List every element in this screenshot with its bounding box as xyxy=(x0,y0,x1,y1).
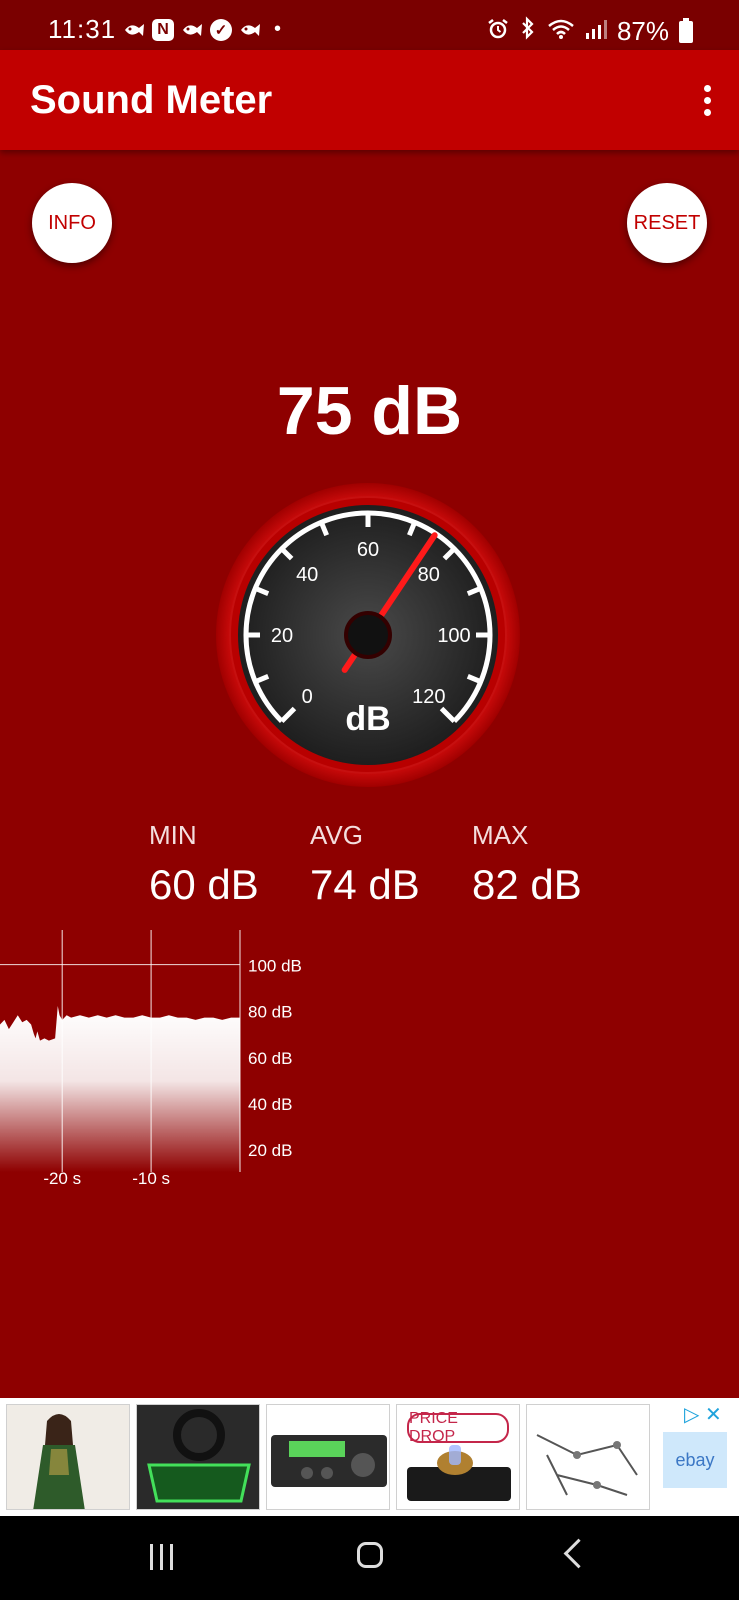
overflow-menu-icon[interactable] xyxy=(695,80,719,120)
battery-percent: 87% xyxy=(616,16,669,46)
reset-button[interactable]: RESET xyxy=(627,183,707,263)
stat-min-label: MIN xyxy=(149,820,197,850)
stat-avg-label: AVG xyxy=(310,820,363,850)
ad-product-parts[interactable] xyxy=(526,1404,650,1510)
bluetooth-icon xyxy=(519,16,537,47)
gauge-hub xyxy=(344,611,392,659)
app-bar: Sound Meter xyxy=(0,50,739,150)
stat-max: MAX 82 dB xyxy=(472,820,582,909)
history-y-tick-label: 40 dB xyxy=(248,1095,292,1114)
gauge-tick-label: 100 xyxy=(437,625,470,647)
stat-max-value: 82 dB xyxy=(472,861,582,908)
n-box-icon: N xyxy=(152,18,174,41)
ad-product-radio[interactable] xyxy=(266,1404,390,1510)
stat-avg-value: 74 dB xyxy=(310,861,420,908)
ad-product-car-mat[interactable] xyxy=(136,1404,260,1510)
wifi-icon xyxy=(547,16,575,47)
gauge-tick-label: 80 xyxy=(418,564,440,586)
history-area xyxy=(0,1006,240,1172)
status-time: 11:31 xyxy=(48,14,117,44)
ad-banner[interactable]: PRICE DROP ebay ▷ ✕ xyxy=(0,1398,739,1516)
battery-icon xyxy=(679,17,693,43)
status-dot: • xyxy=(274,18,282,40)
gauge-tick-label: 40 xyxy=(296,564,318,586)
alarm-icon xyxy=(487,16,509,47)
history-y-tick-label: 20 dB xyxy=(248,1141,292,1160)
gauge-tick-label: 60 xyxy=(357,539,379,561)
info-button[interactable]: INFO xyxy=(32,183,112,263)
status-bar: 11:31 N ✓ • 87% xyxy=(0,0,739,50)
current-db-reading: 75 dB xyxy=(276,373,463,449)
notification-icons: N ✓ • xyxy=(122,18,281,41)
gauge: 0 20 40 60 80 100 120 dB xyxy=(216,483,520,787)
home-icon[interactable] xyxy=(357,1542,383,1568)
history-chart: 100 dB 80 dB 60 dB 40 dB 20 dB -20 s -10 s xyxy=(0,930,302,1188)
stat-max-label: MAX xyxy=(472,820,529,850)
app-title: Sound Meter xyxy=(30,78,273,122)
ad-product-amp[interactable]: PRICE DROP xyxy=(396,1404,520,1510)
system-status-icons: 87% xyxy=(487,16,693,47)
back-icon[interactable] xyxy=(563,1538,594,1569)
history-x-tick-label: -10 s xyxy=(132,1169,170,1188)
fish-icon xyxy=(180,19,204,41)
navigation-bar xyxy=(0,1516,739,1600)
ad-ebay-logo[interactable]: ebay xyxy=(663,1432,727,1488)
gauge-tick-label: 120 xyxy=(412,686,445,708)
ad-choices-icon[interactable]: ▷ ✕ xyxy=(684,1402,722,1427)
gauge-tick-label: 20 xyxy=(271,625,293,647)
stat-avg: AVG 74 dB xyxy=(310,820,420,909)
history-y-tick-label: 60 dB xyxy=(248,1049,292,1068)
ad-product-dress[interactable] xyxy=(6,1404,130,1510)
gauge-unit: dB xyxy=(345,700,390,738)
history-x-tick-label: -20 s xyxy=(43,1169,81,1188)
history-y-labels: 100 dB 80 dB 60 dB 40 dB 20 dB xyxy=(248,957,302,1160)
stat-min-value: 60 dB xyxy=(149,861,259,908)
recents-icon[interactable] xyxy=(150,1544,173,1570)
history-y-tick-label: 80 dB xyxy=(248,1003,292,1022)
tv-fish-icon xyxy=(122,19,146,41)
history-y-tick-label: 100 dB xyxy=(248,957,302,976)
gauge-tick-label: 0 xyxy=(302,686,313,708)
signal-icon xyxy=(585,16,607,47)
stat-min: MIN 60 dB xyxy=(149,820,259,909)
check-circle-icon: ✓ xyxy=(210,18,232,41)
fish-icon xyxy=(238,19,262,41)
